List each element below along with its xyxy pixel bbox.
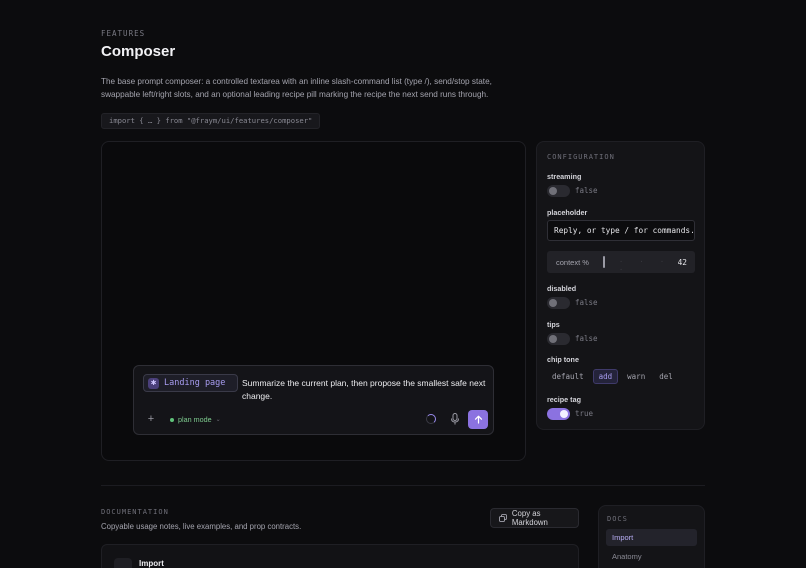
page-title: Composer	[101, 43, 176, 60]
mode-status-dot	[170, 417, 174, 422]
slider-handle[interactable]	[603, 256, 605, 268]
chip-tone-label: chip tone	[547, 355, 579, 364]
section-divider	[101, 485, 705, 486]
send-arrow-icon	[474, 415, 482, 424]
recipe-tag-label: recipe tag	[547, 395, 581, 404]
tips-value: false	[575, 334, 598, 343]
spinner-icon	[426, 414, 436, 424]
disabled-label: disabled	[547, 284, 577, 293]
docs-nav-title: DOCS	[607, 515, 628, 523]
plus-icon[interactable]: +	[145, 413, 157, 425]
tips-toggle[interactable]	[547, 333, 570, 345]
import-snippet[interactable]: import { … } from "@fraym/ui/features/co…	[101, 113, 321, 129]
placeholder-input[interactable]: Reply, or type / for commands.	[547, 220, 695, 241]
disabled-toggle[interactable]	[547, 297, 570, 309]
chip-default[interactable]: default	[547, 369, 589, 384]
composer: ✱ Landing page Summarize the current pla…	[133, 365, 494, 435]
context-label: context %	[556, 258, 589, 267]
copy-markdown-button[interactable]: Copy as Markdown	[490, 508, 579, 528]
streaming-toggle[interactable]	[547, 185, 570, 197]
chip-add[interactable]: add	[592, 369, 619, 384]
streaming-value: false	[575, 186, 598, 195]
copy-icon	[499, 514, 507, 522]
configuration-panel: CONFIGURATION streaming false placeholde…	[536, 141, 705, 430]
chevron-down-icon: ⌄	[215, 417, 221, 423]
mic-icon[interactable]	[450, 413, 460, 425]
mode-selector[interactable]: plan mode ⌄	[170, 415, 221, 424]
documentation-eyebrow: DOCUMENTATION	[101, 508, 169, 516]
chip-del[interactable]: del	[654, 369, 678, 384]
page-description: The base prompt composer: a controlled t…	[101, 77, 492, 99]
tips-label: tips	[547, 320, 560, 329]
placeholder-label: placeholder	[547, 208, 588, 217]
context-value: 42	[677, 258, 687, 267]
documentation-subtitle: Copyable usage notes, live examples, and…	[101, 522, 302, 531]
recipe-tag-toggle[interactable]	[547, 408, 570, 420]
recipe-pill-label: Landing page	[164, 378, 226, 388]
recipe-gear-icon: ✱	[148, 377, 159, 389]
send-button[interactable]	[468, 410, 488, 429]
config-title: CONFIGURATION	[547, 153, 615, 161]
mode-label: plan mode	[178, 415, 212, 424]
docs-nav-item-anatomy[interactable]: Anatomy	[606, 548, 697, 565]
streaming-label: streaming	[547, 172, 582, 181]
docs-nav: DOCS Import Anatomy	[598, 505, 705, 568]
disabled-value: false	[575, 298, 598, 307]
context-slider[interactable]: context % · · · · · 42	[547, 251, 695, 274]
doc-card-import: Import	[101, 544, 579, 568]
copy-markdown-label: Copy as Markdown	[511, 509, 548, 527]
recipe-pill[interactable]: ✱ Landing page	[143, 374, 238, 392]
composer-textarea[interactable]: Summarize the current plan, then propose…	[242, 377, 487, 403]
chip-tone-group: default add warn del	[547, 369, 678, 384]
section-eyebrow: FEATURES	[101, 29, 146, 38]
file-icon	[114, 558, 132, 568]
chip-warn[interactable]: warn	[622, 369, 650, 384]
doc-card-title: Import	[139, 559, 164, 568]
recipe-tag-value: true	[575, 409, 594, 418]
docs-nav-item-import[interactable]: Import	[606, 529, 697, 546]
